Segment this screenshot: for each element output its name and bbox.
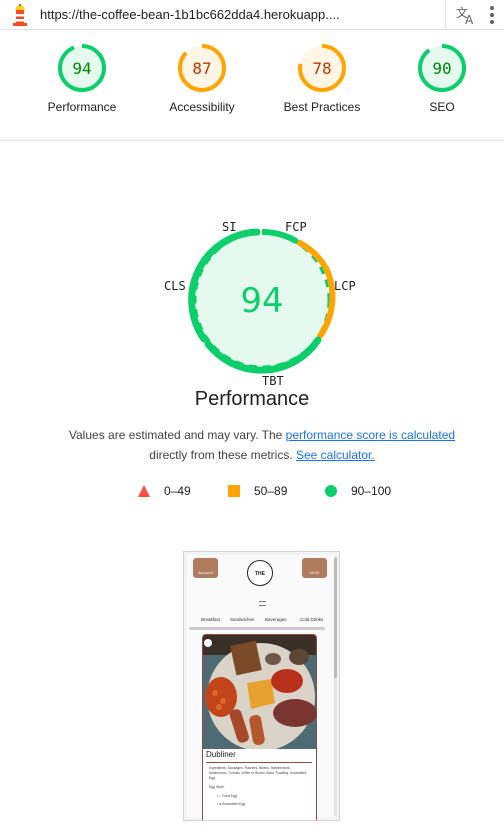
gauge-label: SEO <box>429 100 455 114</box>
score-legend: 0–49 50–89 90–100 <box>0 484 504 502</box>
legend-range: 90–100 <box>351 484 392 498</box>
performance-gauge-svg: 94 <box>188 228 336 374</box>
description-text: Values are estimated and may vary. The <box>68 428 286 442</box>
gauge-score: 94 <box>72 59 91 78</box>
lighthouse-icon <box>13 4 27 26</box>
category-summary: 94 Performance 87 Accessibility 78 Best … <box>0 30 504 141</box>
score-gauge: 78 <box>298 44 346 92</box>
legend-fail: 0–49 <box>138 484 191 498</box>
horizontal-scrollbar <box>189 627 325 630</box>
performance-gauge: 94 SI FCP LCP TBT CLS <box>158 218 368 388</box>
account-button: Account <box>193 558 218 578</box>
egg-option: • ○ Fried Egg <box>217 794 237 798</box>
legend-average: 50–89 <box>228 484 287 498</box>
metric-label-si[interactable]: SI <box>222 220 236 234</box>
nav-item: Beverages <box>265 617 287 622</box>
egg-option-label: Fried Egg <box>222 794 237 798</box>
basket-button: £0.00 <box>302 558 327 578</box>
card-ingredients: Ingredients: Sausages, Rashers, Beans, H… <box>209 766 307 780</box>
see-calculator-link[interactable]: See calculator. <box>296 448 375 462</box>
gauge-accessibility[interactable]: 87 Accessibility <box>147 44 257 114</box>
product-card: Dubliner Ingredients: Sausages, Rashers,… <box>202 634 317 820</box>
gauge-score: 87 <box>192 59 211 78</box>
egg-option-label: Scrambled Egg <box>222 802 246 806</box>
translate-icon[interactable]: 文 A <box>455 4 477 26</box>
gauge-label: Accessibility <box>169 100 235 114</box>
nav-item: Breakfast <box>201 617 221 622</box>
score-gauge: 94 <box>58 44 106 92</box>
performance-description: Values are estimated and may vary. The p… <box>40 425 484 465</box>
gauge-score: 90 <box>432 59 451 78</box>
nav-item: Sandwiches <box>230 617 255 622</box>
hamburger-icon <box>259 601 266 606</box>
performance-score-link[interactable]: performance score is calculated <box>286 428 455 442</box>
metric-label-tbt[interactable]: TBT <box>262 374 284 388</box>
gauge-performance[interactable]: 94 Performance <box>27 44 137 114</box>
description-text: directly from these metrics. <box>149 448 296 462</box>
performance-score: 94 <box>240 281 283 321</box>
egg-option: • ● Scrambled Egg <box>217 802 246 806</box>
score-gauge: 90 <box>418 44 466 92</box>
performance-title: Performance <box>194 388 310 410</box>
browser-url-bar: https://the-coffee-bean-1b1bc662dda4.her… <box>0 0 504 30</box>
thumbnail-nav: Breakfast Sandwiches Beverages Cold Drin… <box>187 615 335 625</box>
more-options-icon[interactable] <box>489 6 495 24</box>
egg-style-label: Egg Style: <box>209 785 225 789</box>
svg-text:A: A <box>465 13 474 26</box>
score-gauge: 87 <box>178 44 226 92</box>
gauge-label: Best Practices <box>283 100 361 114</box>
card-title: Dubliner <box>206 750 236 759</box>
gauge-best-practices[interactable]: 78 Best Practices <box>267 44 377 114</box>
page-screenshot-thumbnail[interactable]: Account THE £0.00 Breakfast Sandwiches B… <box>183 551 340 821</box>
divider <box>445 0 446 30</box>
legend-pass: 90–100 <box>325 484 391 498</box>
site-logo: THE <box>247 560 273 586</box>
thumbnail-page: Account THE £0.00 Breakfast Sandwiches B… <box>187 555 335 820</box>
breakfast-photo <box>203 635 316 749</box>
gauge-seo[interactable]: 90 SEO <box>387 44 497 114</box>
gauge-label: Performance <box>47 100 117 114</box>
legend-range: 0–49 <box>164 484 191 498</box>
metric-label-fcp[interactable]: FCP <box>285 220 307 234</box>
triangle-icon <box>138 485 150 497</box>
nav-item: Cold Drinks <box>300 617 324 622</box>
vertical-scrollbar-thumb <box>334 558 337 678</box>
legend-range: 50–89 <box>254 484 288 498</box>
square-icon <box>228 485 240 497</box>
url-text[interactable]: https://the-coffee-bean-1b1bc662dda4.her… <box>40 7 340 22</box>
metric-label-cls[interactable]: CLS <box>164 279 186 293</box>
circle-icon <box>325 485 337 497</box>
metric-label-lcp[interactable]: LCP <box>334 279 356 293</box>
divider <box>206 762 312 763</box>
gauge-score: 78 <box>312 59 331 78</box>
